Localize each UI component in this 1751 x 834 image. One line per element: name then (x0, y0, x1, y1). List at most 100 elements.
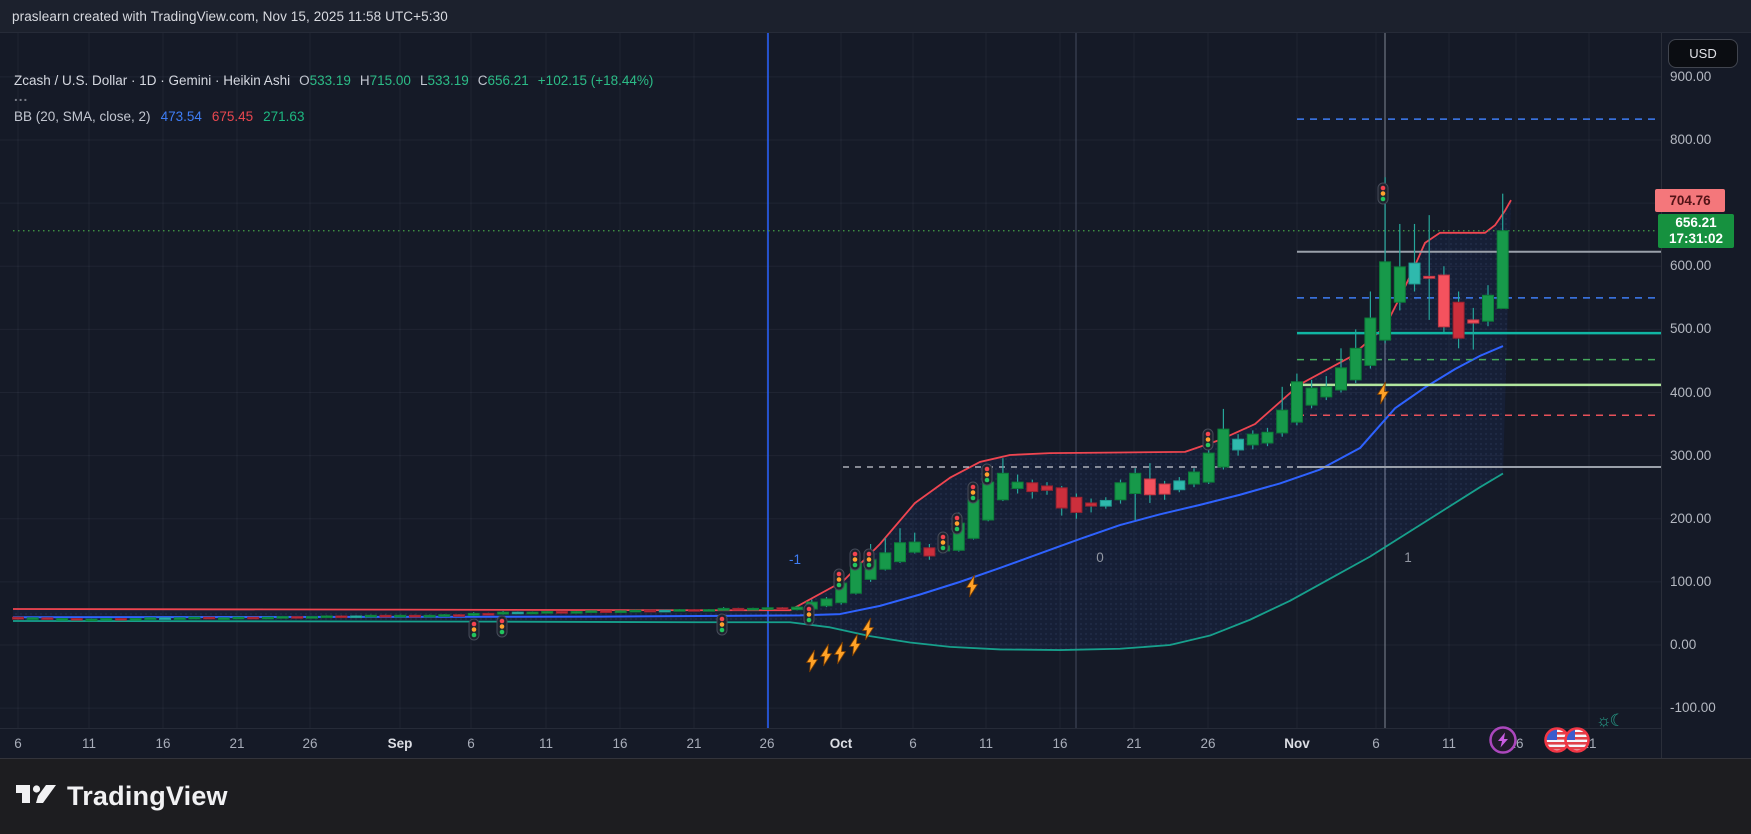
candle[interactable] (542, 612, 553, 614)
time-tick-label[interactable]: 6 (909, 736, 917, 751)
time-tick-label[interactable]: 11 (1442, 736, 1456, 751)
candle[interactable] (1424, 276, 1435, 278)
candle[interactable] (1056, 488, 1067, 508)
candle[interactable] (248, 617, 259, 619)
candle[interactable] (645, 610, 656, 612)
candle[interactable] (1483, 295, 1494, 321)
candle[interactable] (1291, 382, 1302, 422)
candle[interactable] (27, 618, 38, 620)
candle[interactable] (674, 610, 685, 612)
time-tick-month-label[interactable]: Nov (1284, 736, 1310, 751)
candle[interactable] (189, 617, 200, 619)
candle[interactable] (601, 611, 612, 613)
price-chart-canvas[interactable]: -101 (0, 33, 1661, 728)
candle[interactable] (57, 618, 68, 620)
candle[interactable] (1233, 439, 1244, 450)
time-tick-label[interactable]: 26 (759, 736, 774, 751)
time-tick-month-label[interactable]: Sep (388, 736, 413, 751)
candle[interactable] (1144, 479, 1155, 495)
candle[interactable] (1438, 275, 1449, 327)
candle[interactable] (204, 617, 215, 619)
candle[interactable] (895, 543, 906, 562)
candle[interactable] (615, 611, 626, 613)
time-tick-label[interactable]: 16 (1052, 736, 1067, 751)
candle[interactable] (160, 618, 171, 620)
candle[interactable] (556, 612, 567, 614)
candle[interactable] (924, 548, 935, 556)
candle[interactable] (1453, 302, 1464, 338)
candle[interactable] (174, 618, 185, 620)
candle[interactable] (703, 610, 714, 612)
candle[interactable] (983, 482, 994, 520)
candle[interactable] (571, 612, 582, 614)
candle[interactable] (130, 618, 141, 620)
candle[interactable] (86, 619, 97, 621)
time-tick-label[interactable]: 11 (979, 736, 993, 751)
candle[interactable] (454, 615, 465, 617)
time-tick-label[interactable]: 26 (1200, 736, 1215, 751)
candle[interactable] (424, 615, 435, 617)
candle[interactable] (218, 618, 229, 620)
candle[interactable] (1115, 483, 1126, 500)
candle[interactable] (409, 615, 420, 617)
time-tick-label[interactable]: 11 (82, 736, 96, 751)
time-tick-label[interactable]: 21 (229, 736, 244, 751)
candle[interactable] (762, 608, 773, 610)
candle[interactable] (115, 618, 126, 620)
candle[interactable] (792, 607, 803, 610)
candle[interactable] (1071, 497, 1082, 512)
symbol-legend-row[interactable]: Zcash / U.S. Dollar · 1D · Gemini · Heik… (14, 73, 653, 88)
candle[interactable] (498, 612, 509, 614)
time-tick-label[interactable]: 16 (155, 736, 170, 751)
time-tick-label[interactable]: 6 (467, 736, 475, 751)
candle[interactable] (1042, 486, 1053, 490)
candle[interactable] (1100, 500, 1111, 506)
candle[interactable] (71, 618, 82, 620)
candle[interactable] (145, 618, 156, 620)
candle[interactable] (718, 608, 729, 610)
candle[interactable] (1130, 473, 1141, 493)
candle[interactable] (659, 610, 670, 612)
bb-indicator-row[interactable]: BB (20, SMA, close, 2) 473.54 675.45 271… (14, 109, 653, 124)
candle[interactable] (880, 553, 891, 569)
symbol-title[interactable]: Zcash / U.S. Dollar · 1D · Gemini · Heik… (14, 73, 290, 88)
candle[interactable] (42, 618, 53, 620)
candle[interactable] (395, 615, 406, 617)
candle[interactable] (1086, 503, 1097, 506)
candle[interactable] (1306, 388, 1317, 405)
candle[interactable] (586, 611, 597, 613)
time-tick-label[interactable]: 16 (612, 736, 627, 751)
candle[interactable] (262, 617, 273, 619)
chart-plot-area[interactable]: -101 Zcash / U.S. Dollar · 1D · Gemini ·… (0, 33, 1661, 728)
candle[interactable] (1262, 432, 1273, 443)
tradingview-logo[interactable]: TradingView (16, 781, 228, 812)
candle[interactable] (1365, 318, 1376, 365)
candle[interactable] (821, 599, 832, 606)
candle[interactable] (101, 618, 112, 620)
candle[interactable] (512, 612, 523, 614)
candle[interactable] (1321, 387, 1332, 397)
candle[interactable] (1336, 368, 1347, 390)
time-tick-label[interactable]: 11 (539, 736, 553, 751)
time-tick-label[interactable]: 21 (1126, 736, 1141, 751)
candle[interactable] (439, 615, 450, 617)
candle[interactable] (527, 612, 538, 614)
candle[interactable] (748, 608, 759, 610)
candle[interactable] (1247, 434, 1258, 445)
candle[interactable] (307, 617, 318, 619)
time-axis[interactable]: 611162126Sep611162126Oct611162126Nov6111… (0, 728, 1661, 758)
candle[interactable] (483, 613, 494, 615)
candle[interactable] (380, 615, 391, 617)
candle[interactable] (630, 610, 641, 612)
price-axis[interactable]: USD 704.76 656.21 17:31:02 900.00800.006… (1661, 33, 1751, 758)
candle[interactable] (1027, 483, 1038, 492)
candle[interactable] (1159, 484, 1170, 494)
candle[interactable] (468, 613, 479, 615)
candle[interactable] (1468, 320, 1479, 323)
candle[interactable] (1409, 263, 1420, 284)
candle[interactable] (1218, 429, 1229, 467)
candle[interactable] (1497, 231, 1508, 309)
time-tick-label[interactable]: 6 (1372, 736, 1380, 751)
time-tick-label[interactable]: 6 (14, 736, 22, 751)
candle[interactable] (292, 617, 303, 619)
